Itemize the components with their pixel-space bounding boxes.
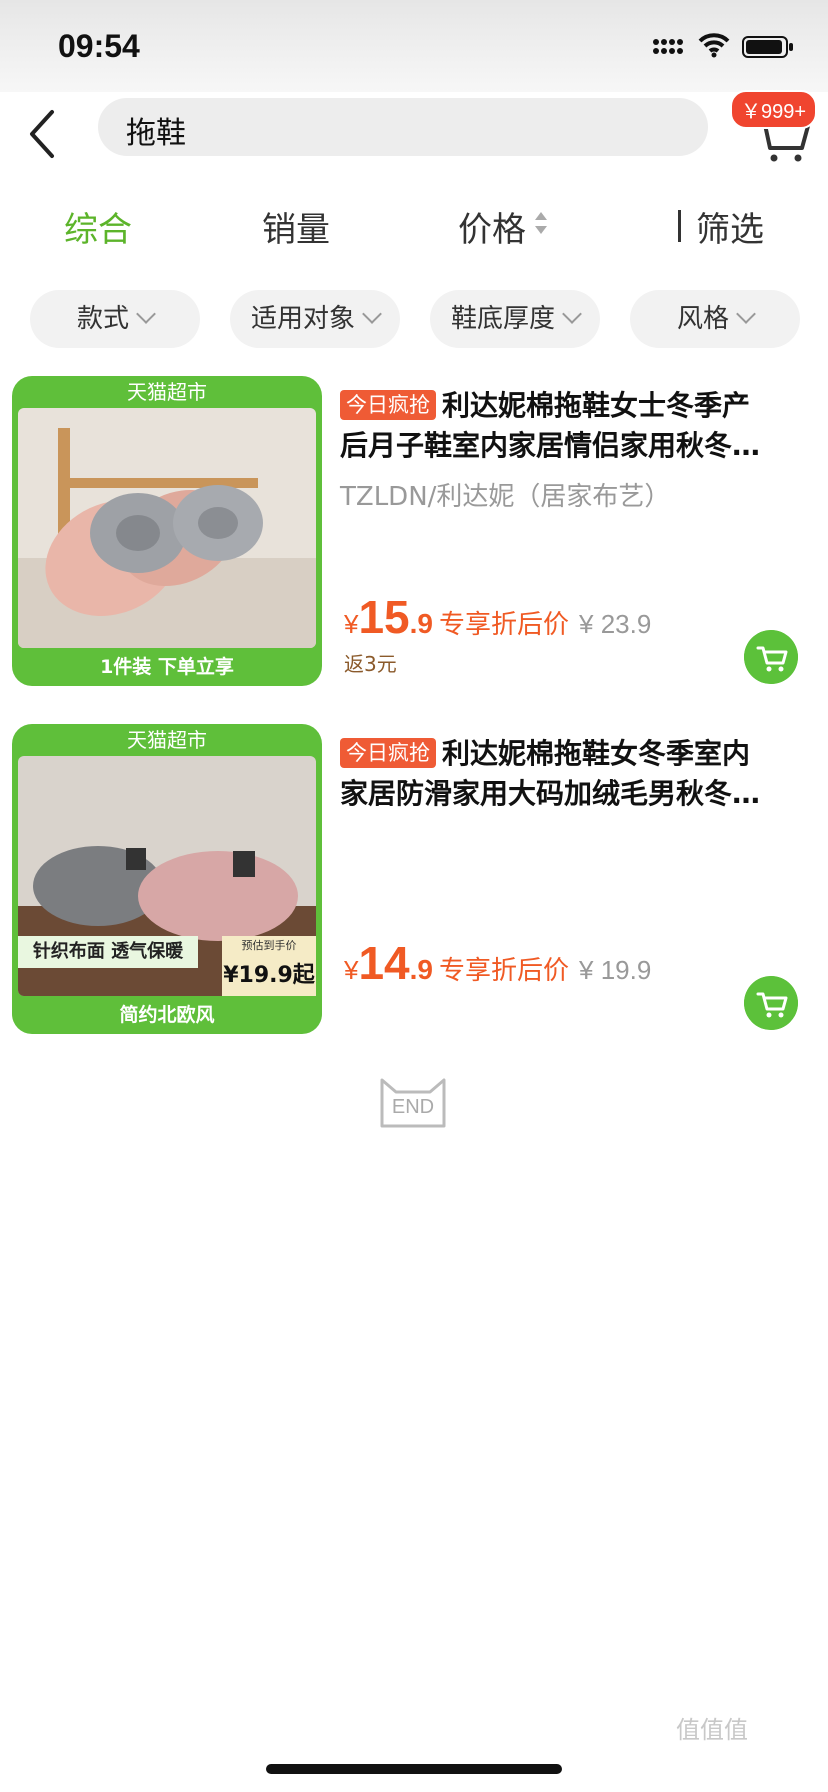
end-of-list-icon: END bbox=[378, 1076, 448, 1128]
product-card[interactable]: 天猫超市 针织布面 透气保暖 预估到手价 ¥19.9起 简约北欧风 今日疯抢 利达… bbox=[0, 724, 828, 1054]
title-line-2: 后月子鞋室内家居情侣家用秋冬… bbox=[340, 429, 761, 462]
estimated-price-label: 预估到手价 bbox=[222, 936, 316, 956]
price-integer: 15 bbox=[358, 591, 410, 643]
watermark: 值值值 bbox=[676, 1716, 748, 1744]
cart-badge: ￥999+ bbox=[730, 90, 818, 129]
brand-name[interactable]: TZLDN/利达妮（居家布艺） bbox=[340, 476, 670, 513]
chip-label: 鞋底厚度 bbox=[450, 304, 555, 334]
promo-banner: 1件装 下单立享 bbox=[100, 656, 234, 678]
title-line-1: 利达妮棉拖鞋女士冬季产 bbox=[442, 389, 751, 422]
product-image[interactable]: 天猫超市 1件装 下单立享 bbox=[12, 376, 322, 686]
product-image[interactable]: 天猫超市 针织布面 透气保暖 预估到手价 ¥19.9起 简约北欧风 bbox=[12, 724, 322, 1034]
original-price: ¥ 19.9 bbox=[579, 955, 652, 985]
back-arrow-icon[interactable] bbox=[24, 106, 64, 162]
search-query-text: 拖鞋 bbox=[126, 116, 186, 151]
wifi-icon bbox=[698, 33, 730, 58]
sort-tab-sales[interactable]: 销量 bbox=[262, 202, 330, 251]
status-time: 09:54 bbox=[58, 28, 140, 64]
price-row: ¥15.9 专享折后价 ¥ 23.9 bbox=[344, 590, 651, 644]
price-row: ¥14.9 专享折后价 ¥ 19.9 bbox=[344, 936, 651, 990]
filter-divider bbox=[678, 210, 681, 242]
estimated-price: ¥19.9起 bbox=[222, 956, 316, 996]
price-integer: 14 bbox=[358, 937, 410, 989]
promo-tag: 今日疯抢 bbox=[340, 738, 436, 768]
price-label: 专享折后价 bbox=[439, 956, 570, 986]
cellular-signal-icon bbox=[653, 39, 683, 54]
filter-chip-audience[interactable]: 适用对象 bbox=[230, 290, 400, 348]
search-input[interactable]: 拖鞋 bbox=[98, 98, 708, 156]
status-bar: 09:54 bbox=[0, 0, 828, 92]
product-title[interactable]: 今日疯抢 利达妮棉拖鞋女冬季室内 家居防滑家用大码加绒毛男秋冬… bbox=[340, 734, 800, 814]
price-decimal: .9 bbox=[409, 954, 433, 985]
feature-overlay: 针织布面 透气保暖 bbox=[18, 936, 198, 968]
chip-label: 风格 bbox=[676, 304, 729, 334]
currency-symbol: ¥ bbox=[344, 609, 359, 639]
battery-icon bbox=[742, 36, 793, 58]
product-title[interactable]: 今日疯抢 利达妮棉拖鞋女士冬季产 后月子鞋室内家居情侣家用秋冬… bbox=[340, 386, 800, 466]
home-indicator[interactable] bbox=[266, 1764, 562, 1774]
title-line-2: 家居防滑家用大码加绒毛男秋冬… bbox=[340, 777, 761, 810]
chevron-down-icon bbox=[362, 304, 382, 324]
title-line-1: 利达妮棉拖鞋女冬季室内 bbox=[442, 737, 751, 770]
sort-toggle-icon bbox=[535, 212, 547, 234]
chip-label: 款式 bbox=[76, 304, 129, 334]
slipper-photo bbox=[18, 408, 316, 648]
chevron-down-icon bbox=[136, 304, 156, 324]
search-header: 拖鞋 ￥999+ bbox=[0, 90, 828, 170]
promo-banner: 简约北欧风 bbox=[119, 1004, 215, 1026]
price-label: 专享折后价 bbox=[439, 610, 570, 640]
filter-chip-style[interactable]: 款式 bbox=[30, 290, 200, 348]
currency-symbol: ¥ bbox=[344, 955, 359, 985]
promo-tag: 今日疯抢 bbox=[340, 390, 436, 420]
sort-tab-price[interactable]: 价格 bbox=[458, 202, 526, 251]
chevron-down-icon bbox=[562, 304, 582, 324]
sort-bar: 综合 销量 价格 筛选 bbox=[0, 190, 828, 260]
chip-label: 适用对象 bbox=[250, 304, 355, 334]
price-decimal: .9 bbox=[409, 608, 433, 639]
add-to-cart-button[interactable] bbox=[744, 630, 798, 684]
add-to-cart-button[interactable] bbox=[744, 976, 798, 1030]
product-card[interactable]: 天猫超市 1件装 下单立享 今日疯抢 利达妮棉拖鞋女士冬季产 后月子鞋室内家居情侣… bbox=[0, 376, 828, 706]
filter-chip-sole-thickness[interactable]: 鞋底厚度 bbox=[430, 290, 600, 348]
rebate-text: 返3元 bbox=[344, 652, 397, 676]
filter-chip-design[interactable]: 风格 bbox=[630, 290, 800, 348]
original-price: ¥ 23.9 bbox=[579, 609, 652, 639]
chevron-down-icon bbox=[736, 304, 756, 324]
sort-tab-comprehensive[interactable]: 综合 bbox=[64, 202, 132, 251]
end-text: END bbox=[391, 1096, 435, 1118]
store-label: 天猫超市 bbox=[127, 728, 207, 752]
filter-button[interactable]: 筛选 bbox=[696, 202, 764, 251]
store-label: 天猫超市 bbox=[127, 380, 207, 404]
